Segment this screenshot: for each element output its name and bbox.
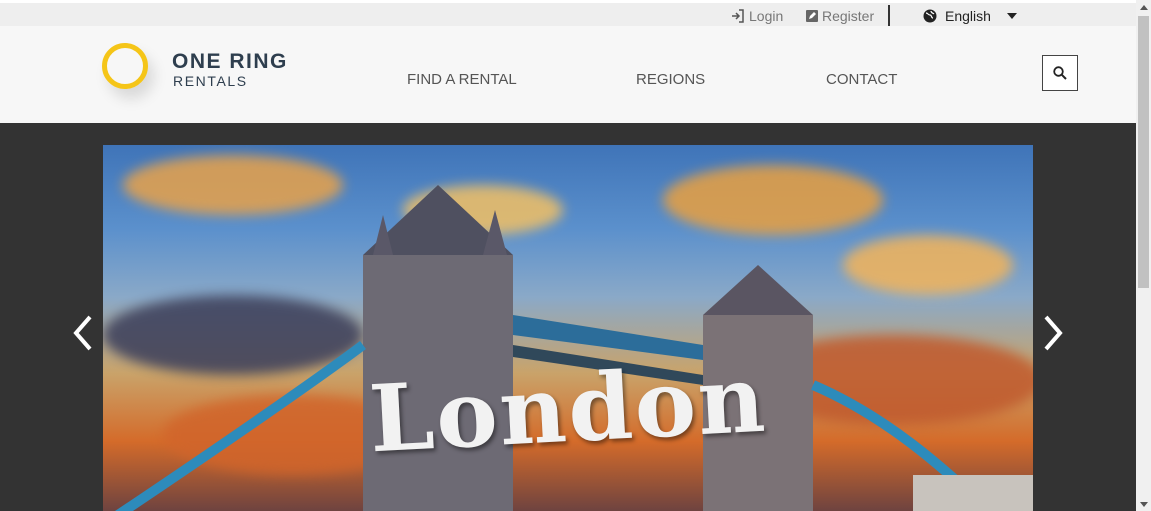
site-logo[interactable]: ONE RING RENTALS [100,42,290,122]
scrollbar-thumb[interactable] [1138,16,1149,288]
carousel-slide-image: London [103,145,1033,511]
edit-icon [806,10,818,22]
search-button[interactable] [1042,55,1078,91]
chevron-right-icon [1044,315,1063,351]
top-utility-bar: Login Register English [0,0,1136,27]
nav-find-a-rental[interactable]: FIND A RENTAL [407,71,517,88]
login-icon [732,9,744,23]
page-scrollbar[interactable] [1136,0,1151,511]
topbar-divider [888,5,890,27]
carousel-prev-button[interactable] [68,313,98,353]
login-link[interactable]: Login [731,5,783,27]
hero-carousel: London [0,123,1136,511]
search-icon [1053,66,1067,80]
login-label: Login [749,8,784,24]
language-label: English [945,8,991,24]
register-link[interactable]: Register [806,5,874,27]
site-header: ONE RING RENTALS FIND A RENTAL REGIONS C… [0,26,1136,123]
scroll-down-icon[interactable] [1136,497,1151,511]
globe-icon [923,9,937,23]
logo-subtitle: RENTALS [173,73,248,89]
logo-ring-icon [102,43,148,89]
chevron-left-icon [73,315,92,351]
nav-regions[interactable]: REGIONS [636,71,705,88]
scroll-up-icon[interactable] [1136,0,1151,14]
carousel-next-button[interactable] [1038,313,1068,353]
logo-name: ONE RING [172,50,288,73]
language-selector[interactable]: English [923,5,1017,27]
caret-down-icon [1006,13,1017,19]
nav-contact[interactable]: CONTACT [826,71,897,88]
register-label: Register [822,8,875,24]
